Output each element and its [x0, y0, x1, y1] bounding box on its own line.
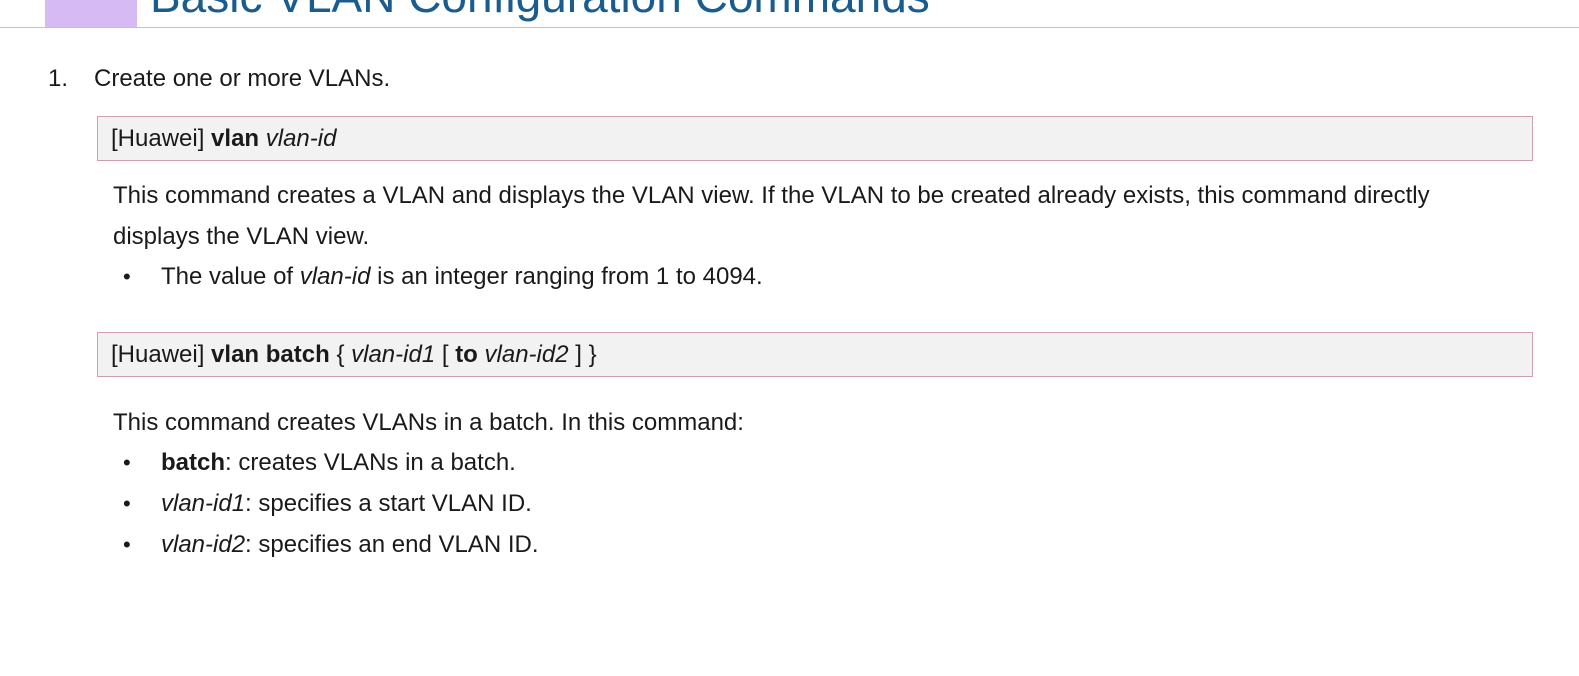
- bullet-text-post: is an integer ranging from 1 to 4094.: [370, 263, 763, 290]
- command-keyword: vlan: [211, 125, 260, 152]
- bullet-marker: •: [123, 450, 131, 475]
- bullet-parameter: vlan-id: [299, 263, 371, 290]
- command-parameter: vlan-id1: [351, 341, 436, 368]
- header-divider: [0, 27, 1579, 28]
- list-item: • vlan-id1: specifies a start VLAN ID.: [113, 488, 532, 520]
- bullet-term: vlan-id2: [161, 531, 246, 558]
- bullet-text: : specifies a start VLAN ID.: [245, 490, 532, 517]
- bullet-text: : creates VLANs in a batch.: [225, 449, 516, 476]
- numbered-step: 1. Create one or more VLANs.: [48, 63, 390, 95]
- command-description: This command creates VLANs in a batch. I…: [113, 409, 744, 436]
- step-text: Create one or more VLANs.: [94, 65, 391, 92]
- command-bracket: ]: [575, 341, 582, 368]
- command-brace: {: [336, 341, 345, 368]
- command-brace: }: [588, 341, 597, 368]
- command-keyword: vlan: [211, 341, 260, 368]
- page-title: Basic VLAN Configuration Commands: [150, 0, 930, 22]
- bullet-term: batch: [161, 449, 226, 476]
- bullet-marker: •: [123, 532, 131, 557]
- bullet-marker: •: [123, 491, 131, 516]
- command-parameter: vlan-id2: [484, 341, 569, 368]
- list-item: • The value of vlan-id is an integer rang…: [113, 261, 763, 293]
- bullet-marker: •: [123, 264, 131, 289]
- command-prompt: [Huawei]: [111, 125, 205, 152]
- list-item: • batch: creates VLANs in a batch.: [113, 447, 516, 479]
- command-keyword: batch: [265, 341, 330, 368]
- command-parameter: vlan-id: [265, 125, 337, 152]
- command-keyword: to: [455, 341, 478, 368]
- slide-header: Basic VLAN Configuration Commands: [0, 0, 1579, 28]
- bullet-term: vlan-id1: [161, 490, 246, 517]
- step-number: 1.: [48, 65, 69, 92]
- bullet-text-pre: The value of: [161, 263, 300, 290]
- command-box-vlan: [Huawei] vlan vlan-id: [97, 116, 1533, 161]
- command-box-vlan-batch: [Huawei] vlan batch { vlan-id1 [ to vlan…: [97, 332, 1533, 377]
- command-description: This command creates a VLAN and displays…: [113, 182, 1430, 250]
- header-accent-block: [45, 0, 137, 27]
- command-bracket: [: [441, 341, 449, 368]
- list-item: • vlan-id2: specifies an end VLAN ID.: [113, 529, 539, 561]
- command-prompt: [Huawei]: [111, 341, 205, 368]
- bullet-text: : specifies an end VLAN ID.: [245, 531, 539, 558]
